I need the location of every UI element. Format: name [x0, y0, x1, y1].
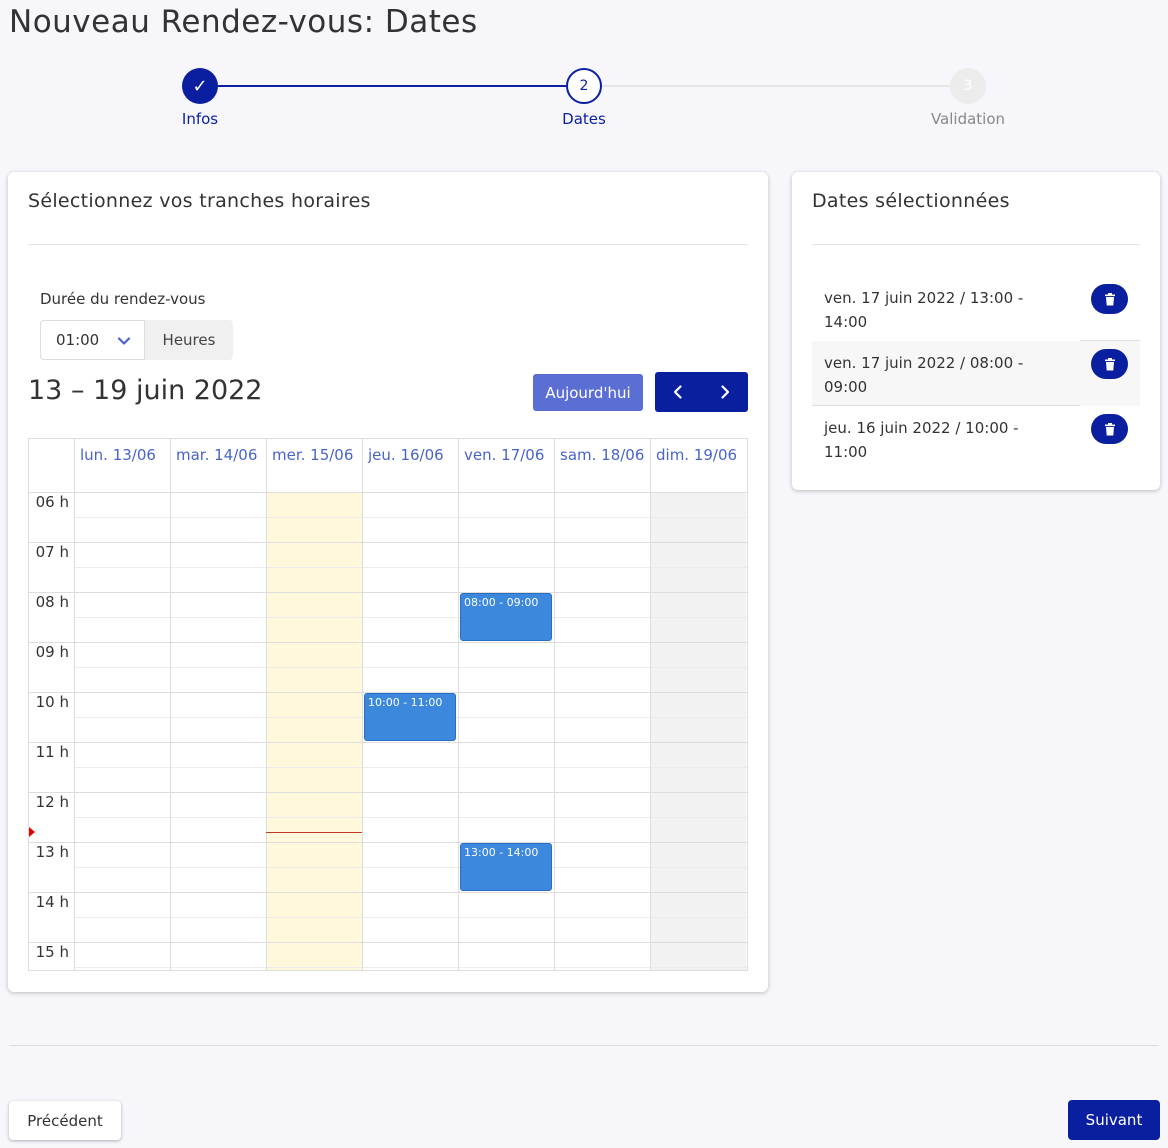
duration-input-group: 01:00 Heures: [40, 320, 233, 360]
step-label-validation: Validation: [930, 110, 1006, 128]
prev-week-button[interactable]: [655, 372, 702, 412]
day-column-line: [362, 439, 363, 970]
page-title: Nouveau Rendez-vous: Dates: [9, 4, 478, 40]
step-label-infos: Infos: [181, 110, 219, 128]
step-validation[interactable]: 3 Validation: [908, 66, 1028, 128]
day-header[interactable]: mar. 14/06: [170, 439, 266, 492]
day-header[interactable]: jeu. 16/06: [362, 439, 458, 492]
hour-line: [29, 892, 747, 893]
day-column-bg: [266, 492, 362, 970]
chevron-down-icon: [117, 337, 131, 345]
calendar-event[interactable]: 13:00 - 14:00: [460, 843, 552, 891]
time-gutter-line: [74, 439, 75, 970]
step-label-dates: Dates: [562, 110, 606, 128]
hour-line: [29, 842, 747, 843]
today-button[interactable]: Aujourd'hui: [533, 374, 643, 411]
day-header[interactable]: ven. 17/06: [458, 439, 554, 492]
duration-label: Durée du rendez-vous: [40, 290, 206, 308]
next-week-button[interactable]: [702, 372, 749, 412]
half-hour-line: [74, 667, 747, 668]
hour-line: [29, 592, 747, 593]
selected-date-item: ven. 17 juin 2022 / 08:00 - 09:00: [812, 341, 1140, 406]
hour-line: [29, 642, 747, 643]
step-number-validation: 3: [950, 68, 986, 104]
half-hour-line: [74, 967, 747, 968]
selected-date-item: jeu. 16 juin 2022 / 10:00 - 11:00: [812, 406, 1140, 471]
divider: [812, 244, 1140, 245]
hour-line: [29, 792, 747, 793]
hour-label: 11 h: [35, 743, 69, 761]
half-hour-line: [74, 917, 747, 918]
duration-unit: Heures: [145, 320, 233, 360]
hour-label: 07 h: [35, 543, 69, 561]
delete-date-button[interactable]: [1091, 414, 1128, 444]
divider: [28, 244, 748, 245]
slots-card: Sélectionnez vos tranches horaires Durée…: [8, 172, 768, 992]
delete-date-button[interactable]: [1091, 349, 1128, 379]
calendar-nav: [655, 372, 748, 412]
trash-icon: [1104, 357, 1115, 370]
chevron-right-icon: [721, 385, 729, 399]
selected-dates-title: Dates sélectionnées: [812, 190, 1010, 212]
stepper-line-1: [218, 85, 566, 87]
footer-divider: [9, 1045, 1159, 1046]
hour-line: [29, 542, 747, 543]
hour-label: 08 h: [35, 593, 69, 611]
trash-icon: [1104, 422, 1115, 435]
hour-label: 12 h: [35, 793, 69, 811]
slots-card-title: Sélectionnez vos tranches horaires: [28, 190, 371, 212]
day-column-line: [650, 439, 651, 970]
hour-label: 13 h: [35, 843, 69, 861]
day-column-line: [554, 439, 555, 970]
day-header[interactable]: mer. 15/06: [266, 439, 362, 492]
selected-date-text: ven. 17 juin 2022 / 13:00 - 14:00: [824, 289, 1024, 331]
day-header[interactable]: sam. 18/06: [554, 439, 650, 492]
calendar-event[interactable]: 08:00 - 09:00: [460, 593, 552, 641]
step-number-dates: 2: [566, 68, 602, 104]
half-hour-line: [74, 617, 747, 618]
calendar-range-title: 13 – 19 juin 2022: [28, 375, 263, 406]
selected-date-text: ven. 17 juin 2022 / 08:00 - 09:00: [824, 354, 1024, 396]
hour-line: [29, 942, 747, 943]
hour-label: 09 h: [35, 643, 69, 661]
stepper-line-2: [602, 85, 950, 87]
day-header[interactable]: lun. 13/06: [74, 439, 170, 492]
chevron-left-icon: [674, 385, 682, 399]
next-button[interactable]: Suivant: [1068, 1100, 1160, 1140]
selected-date-item: ven. 17 juin 2022 / 13:00 - 14:00: [812, 276, 1140, 341]
half-hour-line: [74, 517, 747, 518]
half-hour-line: [74, 567, 747, 568]
hour-label: 14 h: [35, 893, 69, 911]
trash-icon: [1104, 292, 1115, 305]
step-dates[interactable]: 2 Dates: [524, 66, 644, 128]
header-bottom-line: [29, 492, 747, 493]
hour-label: 10 h: [35, 693, 69, 711]
delete-date-button[interactable]: [1091, 284, 1128, 314]
hour-label: 15 h: [35, 943, 69, 961]
day-column-line: [266, 439, 267, 970]
duration-select[interactable]: 01:00: [40, 320, 145, 360]
step-infos[interactable]: ✓ Infos: [140, 66, 260, 128]
week-calendar[interactable]: lun. 13/06 mar. 14/06 mer. 15/06 jeu. 16/06…: [28, 438, 748, 971]
selected-date-text: jeu. 16 juin 2022 / 10:00 - 11:00: [824, 419, 1019, 461]
hour-line: [29, 742, 747, 743]
hour-label: 06 h: [35, 493, 69, 511]
half-hour-line: [74, 767, 747, 768]
calendar-event[interactable]: 10:00 - 11:00: [364, 693, 456, 741]
current-time-line: [266, 832, 362, 833]
day-column-line: [458, 439, 459, 970]
previous-button[interactable]: Précédent: [9, 1101, 121, 1140]
half-hour-line: [74, 817, 747, 818]
selected-dates-card: Dates sélectionnées ven. 17 juin 2022 / …: [792, 172, 1160, 490]
day-column-line: [170, 439, 171, 970]
check-icon: ✓: [182, 68, 218, 104]
day-column-bg: [650, 492, 746, 970]
stepper: ✓ Infos 2 Dates 3 Validation: [0, 66, 1168, 136]
current-time-arrow: [29, 827, 35, 837]
half-hour-line: [74, 867, 747, 868]
duration-value: 01:00: [56, 331, 100, 349]
day-header[interactable]: dim. 19/06: [650, 439, 746, 492]
